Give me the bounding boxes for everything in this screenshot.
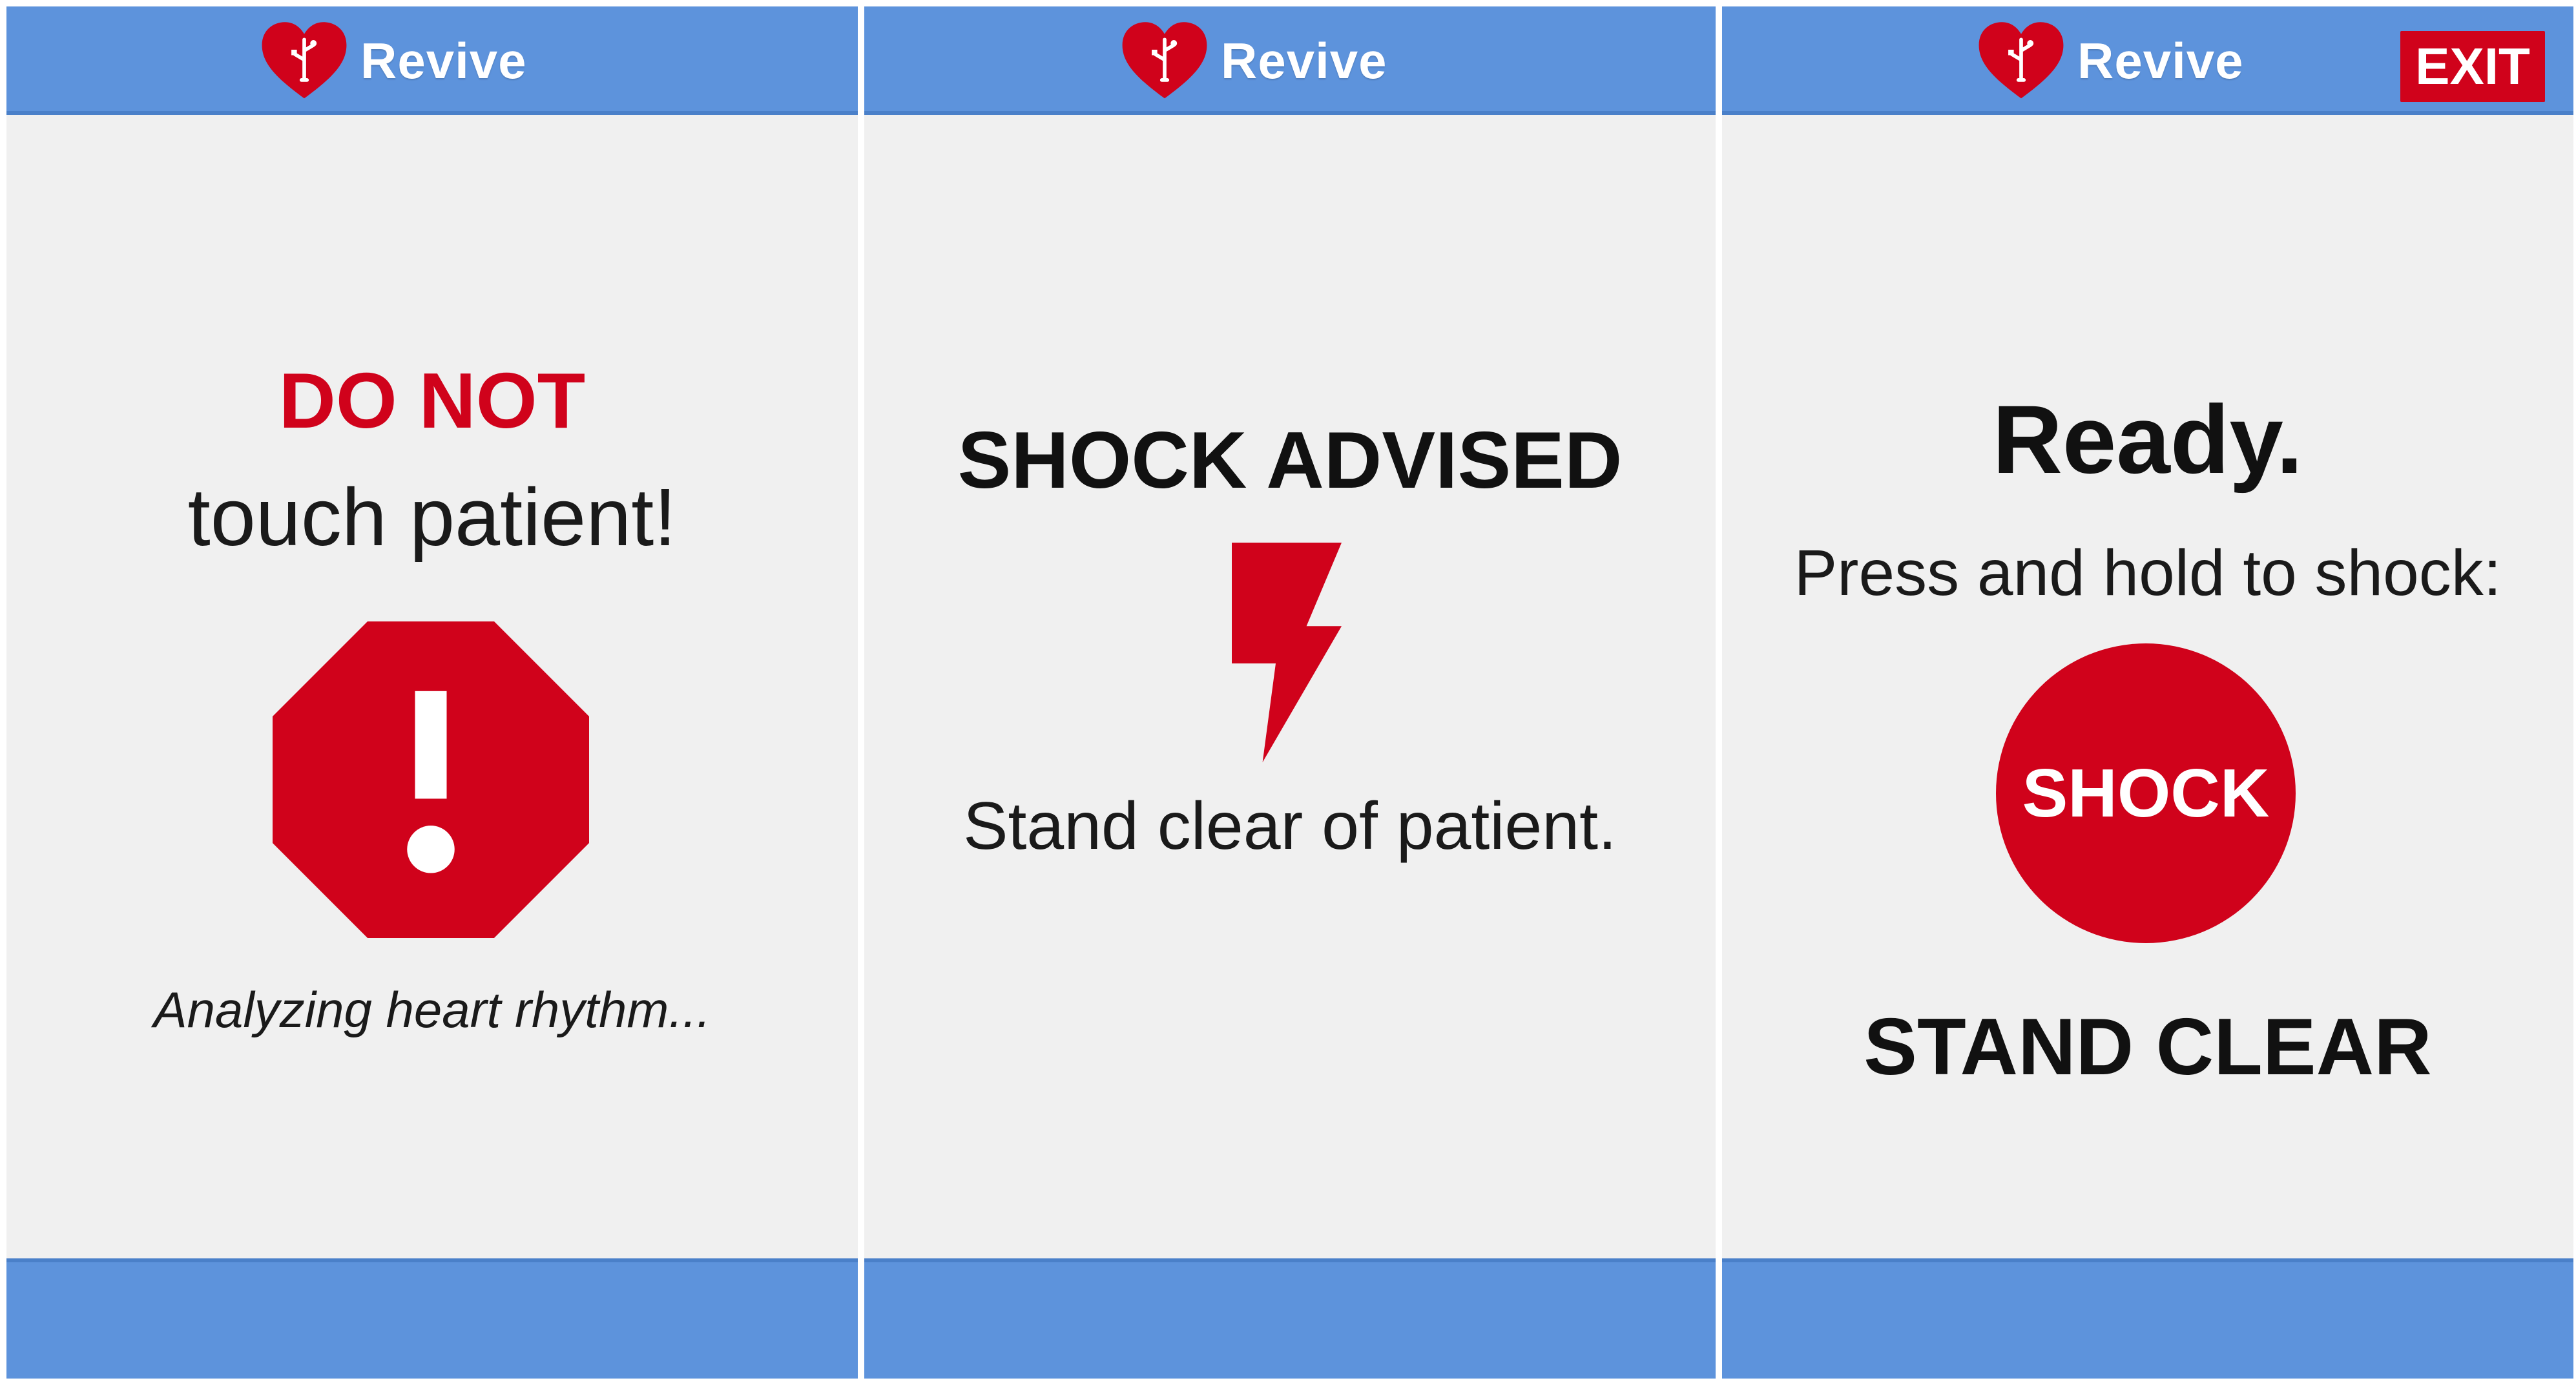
footer-bar [6,1258,858,1379]
shock-advised-screen: Revive SHOCK ADVISED Stand clear of pati… [864,6,1716,1379]
ready-title: Ready. [1992,385,2303,494]
app-name: Revive [1221,32,1387,89]
header-bar: Revive [864,6,1716,115]
stand-clear-instruction: Stand clear of patient. [963,789,1617,864]
app-brand: Revive [257,21,527,101]
shock-advised-title: SHOCK ADVISED [957,416,1623,505]
app-screens-strip: Revive DO NOT touch patient! Analyzing h… [0,0,2576,1385]
lightning-bolt-icon [1232,543,1342,762]
press-hold-instruction: Press and hold to shock: [1794,537,2502,609]
heart-plug-icon [1979,22,2064,99]
header-bar: Revive EXIT [1722,6,2573,115]
shock-button[interactable]: SHOCK [1996,643,2296,943]
heart-plug-icon [262,22,347,99]
app-brand: Revive [1117,21,1387,101]
touch-patient-instruction: touch patient! [187,472,677,563]
footer-bar [1722,1258,2573,1379]
do-not-warning: DO NOT [278,357,586,444]
stop-exclamation-icon [273,621,589,938]
header-bar: Revive [6,6,858,115]
ready-to-shock-screen: Revive EXIT Ready. Press and hold to sho… [1722,6,2573,1379]
heart-plug-icon [1122,22,1207,99]
exit-button[interactable]: EXIT [2400,31,2545,102]
app-name: Revive [360,32,527,89]
stand-clear-warning: STAND CLEAR [1864,1003,2432,1092]
app-name: Revive [2077,32,2244,89]
app-brand: Revive [1974,21,2244,101]
analyzing-status: Analyzing heart rhythm... [153,981,711,1038]
footer-bar [864,1258,1716,1379]
analyzing-screen: Revive DO NOT touch patient! Analyzing h… [6,6,858,1379]
